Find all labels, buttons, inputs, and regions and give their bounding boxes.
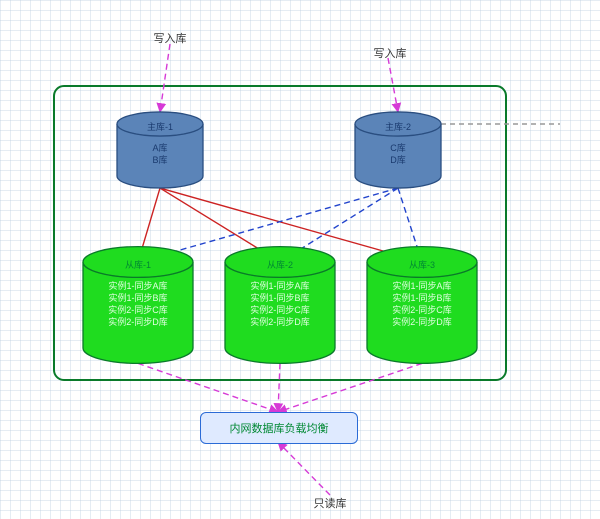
write-label-right: 写入库 bbox=[374, 45, 407, 61]
db-body: 实例1-同步A库 实例1-同步B库 实例2-同步C库 实例2-同步D库 bbox=[250, 280, 310, 328]
db-body: C库 D库 bbox=[390, 142, 406, 166]
db-title: 主库-2 bbox=[385, 120, 411, 133]
read-only-label: 只读库 bbox=[314, 495, 347, 511]
db-body: A库 B库 bbox=[152, 142, 167, 166]
db-title: 从库-1 bbox=[125, 258, 151, 271]
db-body: 实例1-同步A库 实例1-同步B库 实例2-同步C库 实例2-同步D库 bbox=[108, 280, 168, 328]
db-title: 从库-3 bbox=[409, 258, 435, 271]
db-body: 实例1-同步A库 实例1-同步B库 实例2-同步C库 实例2-同步D库 bbox=[392, 280, 452, 328]
db-title: 主库-1 bbox=[147, 120, 173, 133]
load-balancer-label: 内网数据库负载均衡 bbox=[230, 420, 329, 436]
db-title: 从库-2 bbox=[267, 258, 293, 271]
write-label-left: 写入库 bbox=[154, 30, 187, 46]
diagram-canvas: 写入库 写入库 只读库 内网数据库负载均衡 主库-1 A库 B库 主库-2 C库 D库… bbox=[0, 0, 600, 519]
load-balancer: 内网数据库负载均衡 bbox=[200, 412, 358, 444]
